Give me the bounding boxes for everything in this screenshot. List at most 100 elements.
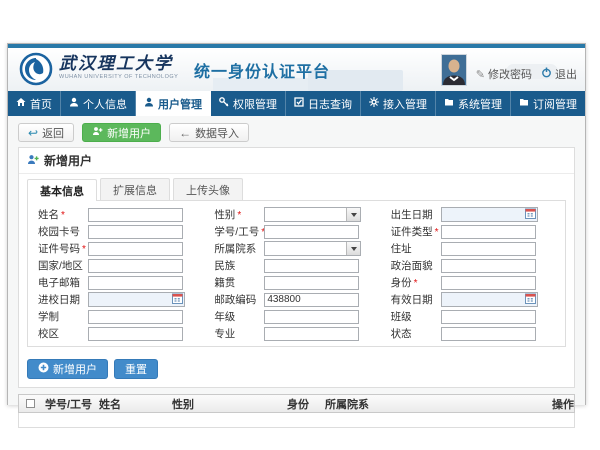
plus-circle-icon xyxy=(38,362,49,376)
change-password-link[interactable]: ✎ 修改密码 xyxy=(476,66,532,86)
nav-label: 日志查询 xyxy=(308,96,352,112)
submit-label: 新增用户 xyxy=(53,361,97,377)
field-label: 民族 xyxy=(214,260,235,272)
dropdown-arrow-icon[interactable] xyxy=(346,242,360,255)
main-nav: 首页 个人信息 用户管理 权限管理 日志查询 接入管理 系统管理 订阅管理 xyxy=(8,91,585,116)
edit-pencil-icon: ✎ xyxy=(476,68,485,81)
required-marker: * xyxy=(61,210,65,221)
required-marker: * xyxy=(414,278,418,289)
nav-item-system-management[interactable]: 系统管理 xyxy=(436,91,511,116)
gear-icon xyxy=(369,97,379,110)
user-avatar xyxy=(441,54,467,86)
university-name: 武汉理工大学 xyxy=(59,54,178,74)
nav-label: 权限管理 xyxy=(233,96,277,112)
tab-upload-avatar[interactable]: 上传头像 xyxy=(173,178,243,200)
header: 武汉理工大学 WUHAN UNIVERSITY OF TECHNOLOGY 统一… xyxy=(8,48,585,91)
col-student-id: 学号/工号 xyxy=(41,396,95,412)
calendar-icon[interactable] xyxy=(172,291,183,309)
nav-item-personal-info[interactable]: 个人信息 xyxy=(61,91,136,116)
add-user-toolbar-button[interactable]: 新增用户 xyxy=(82,123,161,142)
nav-item-permission-management[interactable]: 权限管理 xyxy=(211,91,286,116)
id-number-input[interactable] xyxy=(88,242,183,256)
back-button[interactable]: ↩ 返回 xyxy=(18,123,74,142)
gender-select[interactable] xyxy=(264,207,361,222)
id-type-input[interactable] xyxy=(441,225,536,239)
reset-button[interactable]: 重置 xyxy=(114,359,158,379)
app-window: 武汉理工大学 WUHAN UNIVERSITY OF TECHNOLOGY 统一… xyxy=(7,43,586,405)
address-field: 住址 xyxy=(385,241,561,256)
data-import-button[interactable]: ← 数据导入 xyxy=(169,123,249,142)
home-icon xyxy=(16,97,26,110)
class-field: 班级 xyxy=(385,309,561,324)
field-label: 证件号码 xyxy=(38,243,80,255)
identity-field: 身份* xyxy=(385,275,561,290)
user-table-header: 学号/工号 姓名 性别 身份 所属院系 操作 xyxy=(18,394,575,413)
field-label: 校区 xyxy=(38,328,59,340)
nav-label: 用户管理 xyxy=(158,96,202,112)
grade-input[interactable] xyxy=(264,310,359,324)
class-input[interactable] xyxy=(441,310,536,324)
country-region-input[interactable] xyxy=(88,259,183,273)
field-label: 姓名 xyxy=(38,209,59,221)
nav-label: 首页 xyxy=(30,96,52,112)
nav-label: 系统管理 xyxy=(458,96,502,112)
calendar-icon[interactable] xyxy=(525,206,536,224)
nav-label: 订阅管理 xyxy=(533,96,577,112)
nav-item-access-management[interactable]: 接入管理 xyxy=(361,91,436,116)
native-place-field: 籍贯 xyxy=(208,275,384,290)
add-user-panel: 新增用户 基本信息 扩展信息 上传头像 姓名* 性别* xyxy=(18,147,575,388)
submit-add-user-button[interactable]: 新增用户 xyxy=(27,359,108,379)
id-number-field: 证件号码* xyxy=(32,241,208,256)
log-check-icon xyxy=(294,97,304,110)
name-field: 姓名* xyxy=(32,207,208,222)
entry-date-input[interactable] xyxy=(88,292,185,307)
campus-card-field: 校园卡号 xyxy=(32,224,208,239)
logout-link[interactable]: 退出 xyxy=(541,66,577,86)
identity-input[interactable] xyxy=(441,276,536,290)
nav-item-subscription-management[interactable]: 订阅管理 xyxy=(511,91,586,116)
field-label: 学制 xyxy=(38,311,59,323)
email-input[interactable] xyxy=(88,276,183,290)
birth-date-field: 出生日期 xyxy=(385,207,561,222)
grade-field: 年级 xyxy=(208,309,384,324)
nav-item-log-query[interactable]: 日志查询 xyxy=(286,91,361,116)
major-field: 专业 xyxy=(208,326,384,341)
major-input[interactable] xyxy=(264,327,359,341)
id-type-field: 证件类型* xyxy=(385,224,561,239)
nav-item-user-management[interactable]: 用户管理 xyxy=(136,91,211,116)
calendar-icon[interactable] xyxy=(525,291,536,309)
student-id-input[interactable] xyxy=(264,225,359,239)
select-all-checkbox[interactable] xyxy=(26,399,35,408)
field-label: 证件类型 xyxy=(391,226,433,238)
birth-date-input[interactable] xyxy=(441,207,538,222)
political-status-input[interactable] xyxy=(441,259,536,273)
status-input[interactable] xyxy=(441,327,536,341)
users-icon xyxy=(144,97,154,110)
person-plus-icon xyxy=(27,154,39,168)
field-label: 年级 xyxy=(214,311,235,323)
tab-extended-info[interactable]: 扩展信息 xyxy=(100,178,170,200)
back-arrow-icon: ↩ xyxy=(28,127,38,139)
field-label: 出生日期 xyxy=(391,209,433,221)
campus-input[interactable] xyxy=(88,327,183,341)
address-input[interactable] xyxy=(441,242,536,256)
ethnicity-field: 民族 xyxy=(208,258,384,273)
campus-card-input[interactable] xyxy=(88,225,183,239)
campus-field: 校区 xyxy=(32,326,208,341)
field-label: 身份 xyxy=(391,277,412,289)
nav-item-home[interactable]: 首页 xyxy=(8,91,61,116)
field-label: 籍贯 xyxy=(214,277,235,289)
department-select[interactable] xyxy=(264,241,361,256)
native-place-input[interactable] xyxy=(264,276,359,290)
dropdown-arrow-icon[interactable] xyxy=(346,208,360,221)
postal-code-input[interactable] xyxy=(264,293,359,307)
logout-label: 退出 xyxy=(555,66,577,82)
reset-label: 重置 xyxy=(125,361,147,377)
valid-date-input[interactable] xyxy=(441,292,538,307)
schooling-length-input[interactable] xyxy=(88,310,183,324)
name-input[interactable] xyxy=(88,208,183,222)
user-icon xyxy=(69,97,79,110)
import-arrow-icon: ← xyxy=(179,127,191,139)
ethnicity-input[interactable] xyxy=(264,259,359,273)
tab-basic-info[interactable]: 基本信息 xyxy=(27,179,97,201)
